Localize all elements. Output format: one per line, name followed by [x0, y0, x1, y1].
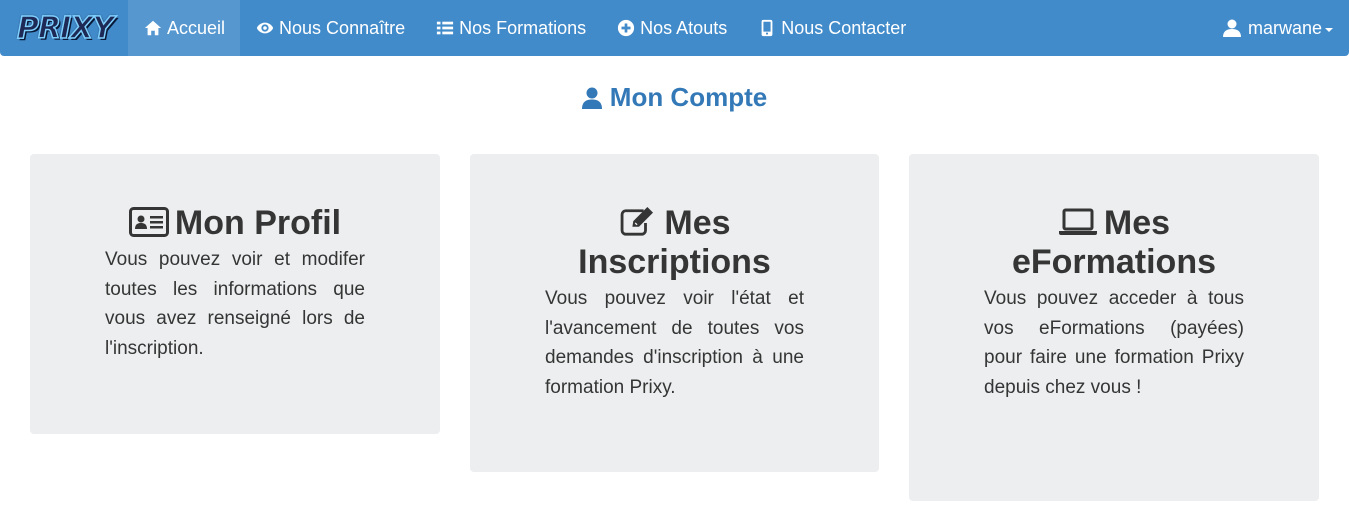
- nav-item-label: Accueil: [167, 17, 226, 38]
- home-icon: [143, 18, 163, 38]
- eye-icon: [255, 18, 275, 38]
- card-description: Vous pouvez acceder à tous vos eFormatio…: [984, 288, 1244, 398]
- nav-item-label: Nous Contacter: [781, 17, 907, 38]
- card-title: Mon Profil: [105, 204, 365, 243]
- card-title: Mes eFormations: [984, 204, 1244, 282]
- plus-circle-icon: [616, 18, 636, 38]
- card-title-line2: Inscriptions: [578, 243, 771, 281]
- nav-item-label: Nos Formations: [459, 17, 587, 38]
- laptop-icon: [1058, 208, 1097, 235]
- card-mes-inscriptions[interactable]: Mes Inscriptions Vous pouvez voir l'état…: [470, 154, 879, 472]
- card-title: Mes Inscriptions: [545, 204, 804, 282]
- page-title: Mon Compte: [0, 82, 1349, 113]
- nav-menu: Accueil Nous Connaître Nos Formations No…: [128, 0, 921, 56]
- card-mon-profil[interactable]: Mon Profil Vous pouvez voir et modifer t…: [30, 154, 440, 434]
- card-mes-eformations[interactable]: Mes eFormations Vous pouvez acceder à to…: [909, 154, 1319, 501]
- nav-item-nos-formations[interactable]: Nos Formations: [420, 0, 601, 56]
- list-icon: [435, 18, 455, 38]
- page-title-text: Mon Compte: [609, 82, 768, 112]
- card-title-line1: Mes: [664, 204, 731, 242]
- prixy-logo[interactable]: PRIXY: [16, 8, 115, 48]
- id-card-icon: [128, 207, 169, 237]
- nav-item-label: Nos Atouts: [640, 17, 728, 38]
- nav-item-accueil[interactable]: Accueil: [128, 0, 241, 56]
- user-icon: [581, 87, 602, 109]
- mobile-icon: [757, 18, 777, 38]
- card-title-text: Mon Profil: [174, 204, 342, 242]
- card-title-line1: Mes: [1103, 204, 1171, 242]
- nav-item-nous-connaitre[interactable]: Nous Connaître: [240, 0, 420, 56]
- nav-item-nous-contacter[interactable]: Nous Contacter: [742, 0, 921, 56]
- caret-down-icon: [1325, 27, 1333, 32]
- user-dropdown[interactable]: marwane: [1222, 0, 1333, 56]
- nav-item-label: Nous Connaître: [279, 17, 406, 38]
- edit-icon: [621, 207, 654, 236]
- card-description: Vous pouvez voir l'état et l'avancement …: [545, 288, 804, 398]
- card-title-line2: eFormations: [1011, 243, 1217, 281]
- logo-text: PRIXY: [16, 10, 115, 47]
- nav-item-nos-atouts[interactable]: Nos Atouts: [601, 0, 742, 56]
- user-icon: [1222, 19, 1241, 37]
- user-name: marwane: [1247, 17, 1322, 38]
- card-description: Vous pouvez voir et modifer toutes les i…: [105, 249, 365, 359]
- top-navbar: PRIXY Accueil Nous Connaître Nos Formati…: [0, 0, 1349, 56]
